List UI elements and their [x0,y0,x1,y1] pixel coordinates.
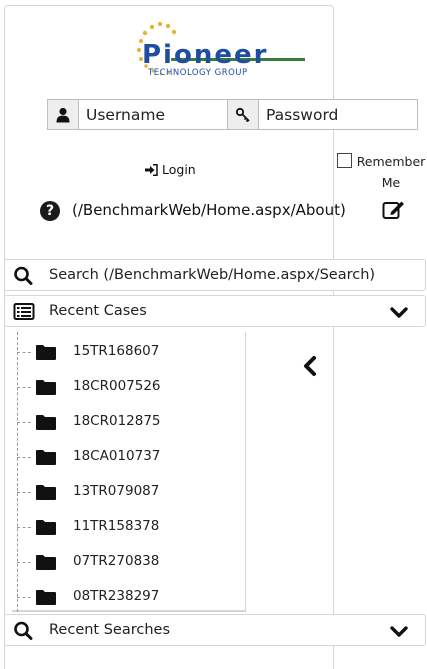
tree-branch [17,422,31,423]
question-circle-icon: ? [40,201,60,221]
password-field-box [258,99,418,130]
search-icon [14,621,33,640]
recent-searches-label: Recent Searches [49,622,171,638]
remember-me[interactable]: Remember Me [337,151,427,193]
recent-case-number: 13TR079087 [73,483,160,499]
folder-icon [36,380,56,395]
tree-branch [17,492,31,493]
folder-icon [36,450,56,465]
recent-cases-label: Recent Cases [49,303,147,319]
recent-case-number: 18CR012875 [73,413,161,429]
search-icon [14,266,33,285]
recent-case-number: 18CR007526 [73,378,161,394]
recent-case-item[interactable]: 18CR007526 [12,370,242,400]
about-link[interactable]: (/BenchmarkWeb/Home.aspx/About) [72,201,346,219]
tree-branch [17,597,31,598]
password-addon [227,99,259,130]
recent-case-number: 11TR158378 [73,518,160,534]
tree-branch [17,387,31,388]
username-field-box [78,99,228,130]
chevron-down-icon[interactable] [389,306,409,320]
recent-case-item[interactable]: 07TR270838 [12,545,242,575]
recent-case-number: 18CA010737 [73,448,161,464]
user-icon [56,107,70,123]
tree-branch [17,457,31,458]
search-bar[interactable]: Search (/BenchmarkWeb/Home.aspx/Search) [4,259,426,291]
tree-branch [17,527,31,528]
tree-branch [17,352,31,353]
search-label: Search (/BenchmarkWeb/Home.aspx/Search) [49,267,376,283]
logo-wordmark: Pioneer [142,40,269,70]
list-icon [13,303,35,320]
folder-icon [36,520,56,535]
recent-case-item[interactable]: 13TR079087 [12,475,242,505]
folder-icon [36,345,56,360]
recent-case-item[interactable]: 15TR168607 [12,335,242,365]
recent-case-item[interactable]: 11TR158378 [12,510,242,540]
folder-icon [36,415,56,430]
recent-case-item[interactable]: 18CR012875 [12,405,242,435]
username-addon [47,99,79,130]
recent-case-item[interactable]: 18CA010737 [12,440,242,470]
login-button[interactable]: Login [145,162,196,177]
recent-case-number: 15TR168607 [73,343,160,359]
recent-cases-tree: 15TR168607 18CR007526 18CR012875 18CA010737… [12,332,246,612]
edit-icon[interactable] [382,199,406,221]
recent-case-number: 07TR270838 [73,553,160,569]
folder-icon [36,590,56,605]
recent-case-item[interactable]: 08TR238297 [12,580,242,610]
recent-cases-header[interactable]: Recent Cases [4,295,426,327]
username-input[interactable] [79,100,227,129]
chevron-left-icon[interactable] [302,355,318,377]
password-input[interactable] [259,100,417,129]
key-icon [235,107,250,123]
chevron-down-icon[interactable] [389,625,409,639]
tree-branch [17,562,31,563]
recent-searches-header[interactable]: Recent Searches [4,614,426,646]
folder-icon [36,555,56,570]
recent-case-number: 08TR238297 [73,588,160,604]
folder-icon [36,485,56,500]
logo-tagline: TECHNOLOGY GROUP [148,68,248,78]
sign-in-icon [145,164,158,176]
remember-me-checkbox[interactable] [337,153,352,168]
